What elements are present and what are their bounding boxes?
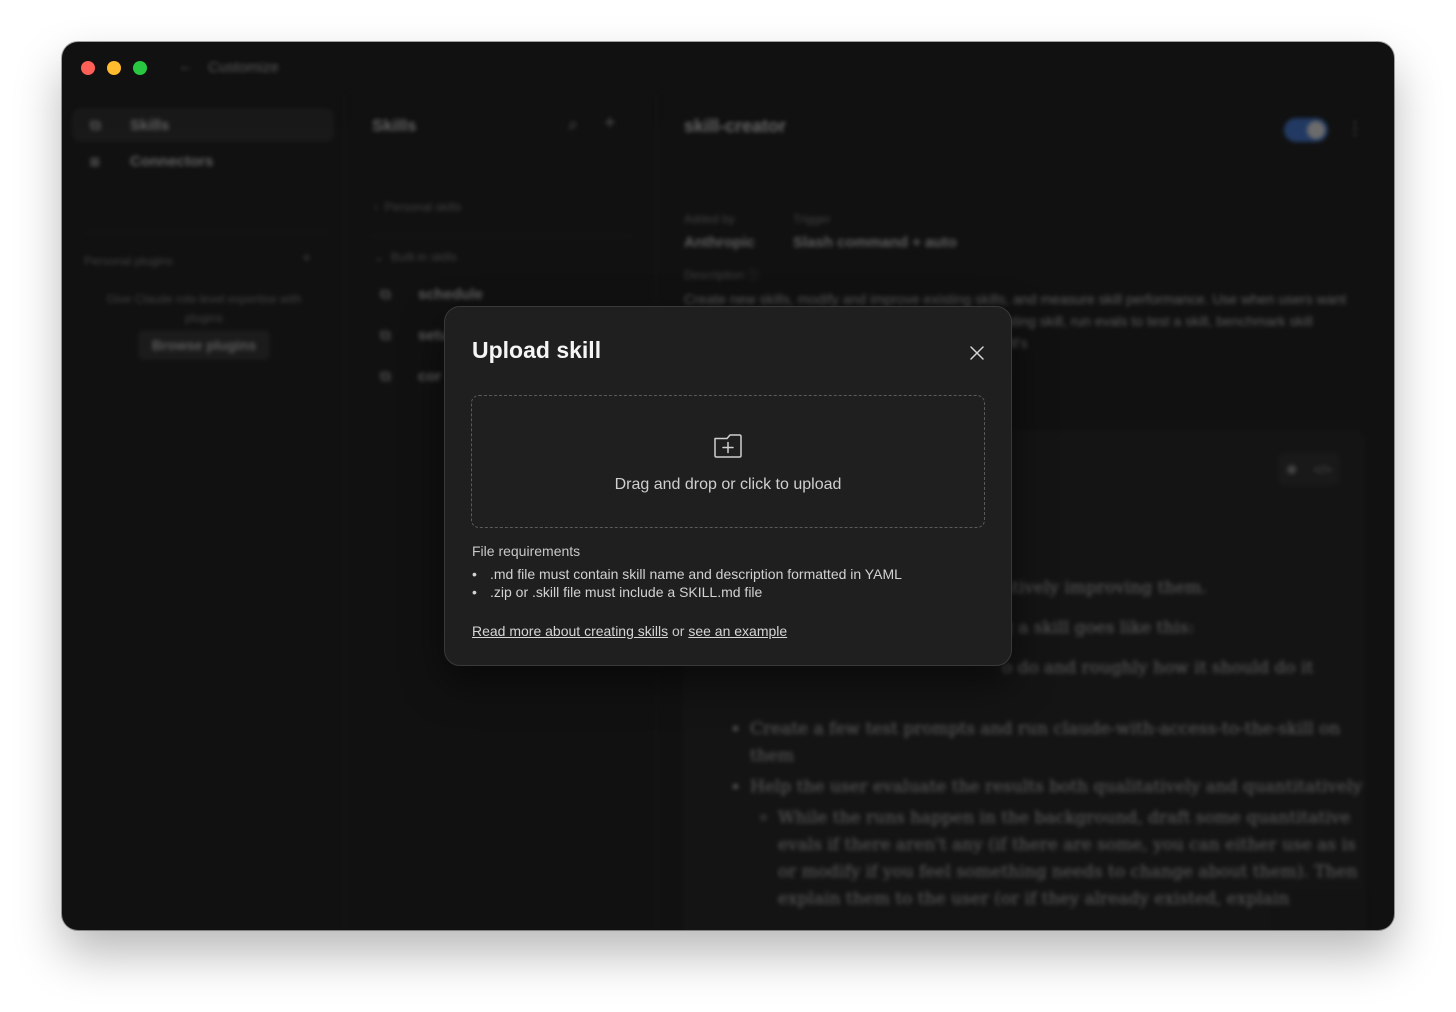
- preview-icon[interactable]: ◉: [1286, 461, 1297, 477]
- folder-add-icon: [714, 434, 742, 458]
- skill-file-icon: ⧉: [380, 286, 391, 303]
- help-links: Read more about creating skills or see a…: [472, 623, 787, 639]
- upload-skill-dialog: Upload skill Drag and drop or click to u…: [444, 306, 1012, 666]
- sidebar-item-label: Connectors: [130, 152, 214, 170]
- view-toggle[interactable]: ◉ </>: [1278, 452, 1340, 486]
- file-requirements-title: File requirements: [472, 543, 581, 559]
- skill-item-schedule[interactable]: ⧉ schedule: [380, 286, 483, 303]
- dropzone-text: Drag and drop or click to upload: [614, 476, 842, 493]
- trigger-value: Slash command + auto: [793, 234, 957, 251]
- personal-plugins-label: Personal plugins: [84, 254, 173, 268]
- see-example-link[interactable]: see an example: [688, 623, 787, 639]
- more-options-icon[interactable]: ⋮: [1346, 118, 1364, 139]
- skills-list-title: Skills: [372, 116, 417, 135]
- file-requirements-list: .md file must contain skill name and des…: [472, 565, 902, 601]
- list-item: Help the user evaluate the results both …: [750, 774, 1370, 913]
- sidebar-item-label: Skills: [130, 116, 170, 134]
- sidebar: ⧉ Skills ⧈ Connectors Personal plugins +…: [62, 94, 345, 930]
- titlebar: [62, 42, 1394, 94]
- connectors-icon: ⧈: [90, 152, 100, 170]
- list-item: Create a few test prompts and run claude…: [750, 716, 1370, 770]
- skill-file-icon: ⧉: [380, 368, 391, 385]
- skill-title: skill-creator: [684, 116, 787, 136]
- builtin-skills-group[interactable]: ⌄ Built-in skills: [374, 250, 457, 264]
- dialog-title: Upload skill: [472, 337, 602, 363]
- added-by-label: Added by: [684, 212, 735, 226]
- info-icon[interactable]: ⓘ: [747, 268, 759, 282]
- close-dialog-button[interactable]: [963, 339, 991, 367]
- requirement-item: .md file must contain skill name and des…: [472, 565, 902, 583]
- content-list: Create a few test prompts and run claude…: [722, 716, 1370, 917]
- list-divider: [370, 236, 634, 237]
- sidebar-item-connectors[interactable]: ⧈ Connectors: [72, 144, 334, 178]
- content-line: g a skill goes like this:: [1002, 618, 1195, 638]
- trigger-label: Trigger: [793, 212, 831, 226]
- plugins-description: Give Claude role-level expertise with pl…: [106, 292, 302, 325]
- skill-file-icon: ⧉: [380, 327, 391, 344]
- list-item: While the runs happen in the background,…: [778, 805, 1370, 913]
- added-by-value: Anthropic: [684, 234, 755, 251]
- add-skill-icon[interactable]: +: [604, 112, 616, 135]
- chevron-right-icon: ›: [374, 200, 378, 214]
- skills-icon: ⧉: [90, 116, 101, 134]
- content-line: atively improving them.: [1002, 578, 1207, 598]
- description-label: Description ⓘ: [684, 268, 760, 282]
- read-more-link[interactable]: Read more about creating skills: [472, 623, 668, 639]
- content-line: o do and roughly how it should do it: [1002, 658, 1314, 678]
- personal-skills-group[interactable]: › Personal skills: [374, 200, 461, 214]
- add-plugin-icon[interactable]: +: [302, 250, 311, 268]
- browse-plugins-button[interactable]: Browse plugins: [138, 330, 270, 360]
- skill-item-third[interactable]: ⧉ cor: [380, 368, 441, 385]
- sidebar-divider: [84, 232, 330, 233]
- close-window-button[interactable]: [81, 61, 95, 75]
- link-connector: or: [672, 623, 685, 639]
- code-icon[interactable]: </>: [1313, 462, 1332, 477]
- requirement-item: .zip or .skill file must include a SKILL…: [472, 583, 902, 601]
- close-icon: [970, 346, 984, 360]
- chevron-down-icon: ⌄: [374, 250, 385, 264]
- skill-enabled-toggle[interactable]: [1284, 118, 1328, 142]
- zoom-window-button[interactable]: [133, 61, 147, 75]
- upload-dropzone[interactable]: Drag and drop or click to upload: [471, 395, 985, 528]
- search-icon[interactable]: ⌕: [568, 114, 578, 135]
- minimize-window-button[interactable]: [107, 61, 121, 75]
- sidebar-item-skills[interactable]: ⧉ Skills: [72, 108, 334, 142]
